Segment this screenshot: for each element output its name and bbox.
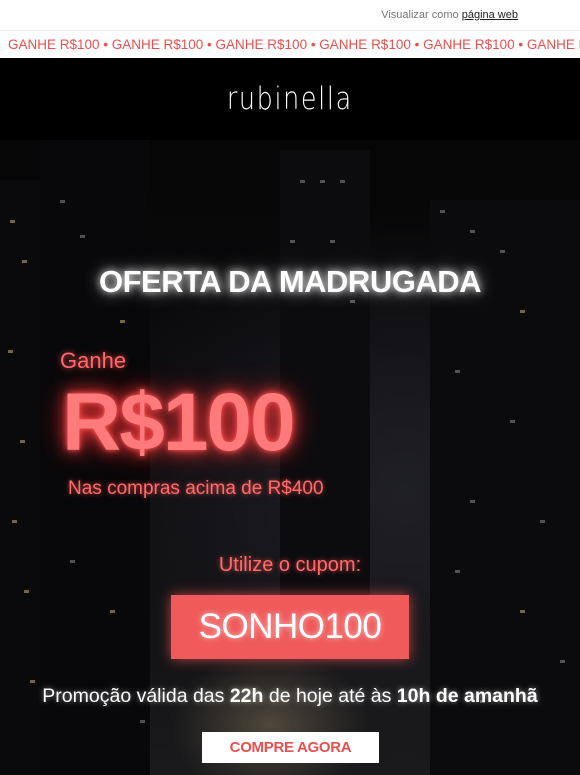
email-top-bar: Visualizar como página web xyxy=(0,0,580,30)
view-as-label: Visualizar como xyxy=(381,9,459,21)
offer-headline: OFERTA DA MADRUGADA xyxy=(99,264,481,299)
minimum-purchase-condition: Nas compras acima de R$400 xyxy=(68,478,324,499)
coupon-label: Utilize o cupom: xyxy=(218,554,362,576)
validity-text-1: Promoção válida das xyxy=(42,685,230,707)
ganhe-label: Ganhe xyxy=(60,348,127,373)
discount-amount: R$100 xyxy=(62,377,296,468)
validity-start-time: 22h xyxy=(229,685,264,707)
view-as-web-page: Visualizar como página web xyxy=(381,9,518,21)
promo-validity: Promoção válida das 22h de hoje até às 1… xyxy=(0,685,580,708)
web-page-link[interactable]: página web xyxy=(462,9,518,21)
hero-banner: OFERTA DA MADRUGADA Ganhe R$100 Nas comp… xyxy=(0,140,580,775)
promo-ticker-text: GANHE R$100 • GANHE R$100 • GANHE R$100 … xyxy=(8,37,580,52)
shop-now-button[interactable]: COMPRE AGORA xyxy=(202,732,379,763)
validity-end-time: 10h de amanhã xyxy=(396,685,538,707)
rubinella-logo[interactable]: rubinella xyxy=(227,81,353,117)
brand-header: rubinella xyxy=(0,58,580,140)
coupon-code-box: SONHO100 xyxy=(171,595,409,659)
validity-text-2: de hoje até às xyxy=(263,685,397,707)
promo-ticker: GANHE R$100 • GANHE R$100 • GANHE R$100 … xyxy=(0,30,580,58)
